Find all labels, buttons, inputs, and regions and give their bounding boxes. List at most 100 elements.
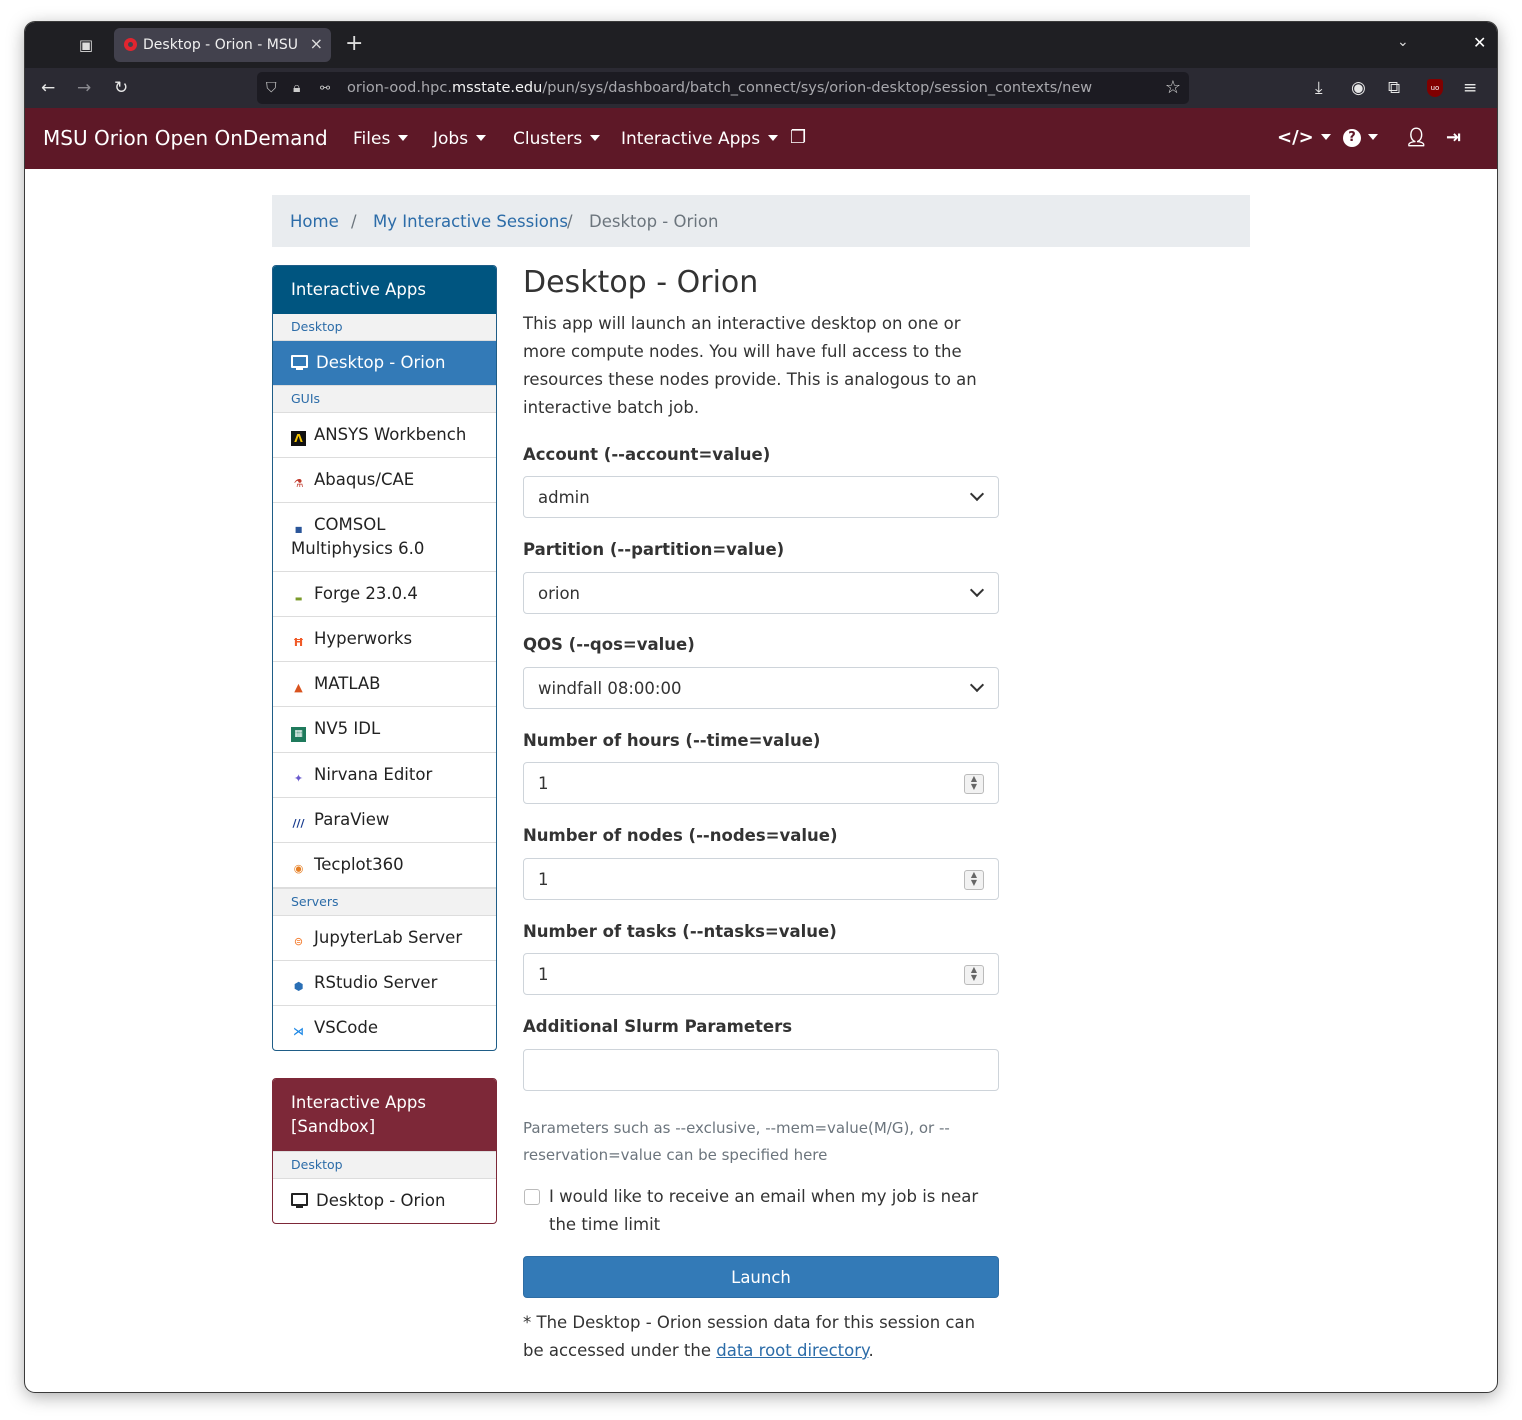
chevron-down-icon: [969, 486, 985, 502]
nodes-input[interactable]: 1 ▲ ▼: [523, 858, 999, 900]
window-close-icon[interactable]: ✕: [1473, 33, 1486, 52]
nirvana-icon: ✦: [293, 772, 304, 785]
sidebar-item-rstudio[interactable]: ⬢ RStudio Server: [273, 961, 496, 1006]
vscode-icon: ⋊: [293, 1025, 304, 1038]
user-icon[interactable]: 👤︎: [1405, 127, 1428, 148]
sidebar-item-matlab[interactable]: ▲ MATLAB: [273, 662, 496, 707]
permissions-icon[interactable]: ⚯: [320, 78, 330, 98]
sidebar-item-jupyterlab[interactable]: ⊜ JupyterLab Server: [273, 916, 496, 961]
spinner-icon[interactable]: ▲ ▼: [964, 870, 984, 890]
email-checkbox[interactable]: [524, 1189, 540, 1205]
idl-icon: ▦: [291, 727, 306, 742]
sidebar-item-nirvana[interactable]: ✦ Nirvana Editor: [273, 753, 496, 798]
ublock-icon[interactable]: uo: [1427, 79, 1443, 97]
breadcrumb-sessions[interactable]: My Interactive Sessions: [373, 212, 568, 231]
ansys-icon: Λ: [291, 431, 306, 446]
partition-select[interactable]: orion: [523, 572, 999, 614]
spinner-icon[interactable]: ▲ ▼: [964, 774, 984, 794]
extensions-icon[interactable]: ⧉: [1388, 77, 1400, 99]
sandbox-item-desktop-orion[interactable]: Desktop - Orion: [273, 1179, 496, 1223]
menu-interactive-apps[interactable]: Interactive Apps: [621, 129, 779, 149]
browser-window: ▣ Desktop - Orion - MSU Orion Open OnDem…: [25, 22, 1497, 1392]
sidebar-item-comsol[interactable]: ■ COMSOL Multiphysics 6.0: [273, 503, 496, 572]
develop-code-icon[interactable]: </>: [1277, 127, 1331, 148]
hours-label: Number of hours (--time=value): [523, 731, 821, 750]
chevron-down-icon: [969, 677, 985, 693]
footnote: * The Desktop - Orion session data for t…: [523, 1313, 976, 1360]
paraview-icon: ///: [292, 817, 305, 830]
tecplot-icon: ◉: [293, 862, 304, 875]
reload-icon[interactable]: ↻: [114, 77, 128, 99]
sidebar-item-forge[interactable]: ▬ Forge 23.0.4: [273, 572, 496, 617]
tab-list-chevron-icon[interactable]: ⌄: [1397, 34, 1409, 50]
new-tab-icon[interactable]: +: [345, 32, 363, 56]
app-navbar: MSU Orion Open OnDemand Files Jobs Clust…: [25, 108, 1497, 169]
comsol-icon: ■: [294, 525, 303, 534]
interactive-apps-panel: Interactive Apps Desktop Desktop - Orion…: [272, 265, 497, 1051]
sidebar-item-abaqus[interactable]: ⚗ Abaqus/CAE: [273, 458, 496, 503]
tab-close-icon[interactable]: ×: [310, 34, 323, 53]
browser-toolbar: ← → ↻ ⛉ 🔒︎ ⚯ orion-ood.hpc.msstate.edu/p…: [25, 68, 1497, 108]
page-title: Desktop - Orion: [523, 265, 759, 300]
download-icon[interactable]: ⤓: [1315, 77, 1323, 99]
url-text[interactable]: orion-ood.hpc.msstate.edu/pun/sys/dashbo…: [347, 80, 1092, 96]
breadcrumb-home[interactable]: Home: [290, 212, 339, 231]
breadcrumb-separator: /: [351, 212, 357, 231]
back-icon[interactable]: ←: [41, 77, 55, 99]
shield-icon[interactable]: ⛉: [266, 78, 277, 98]
sandbox-apps-panel: Interactive Apps [Sandbox] Desktop Deskt…: [272, 1078, 497, 1224]
sidebar-item-desktop-orion[interactable]: Desktop - Orion: [273, 341, 496, 385]
spinner-icon[interactable]: ▲ ▼: [964, 965, 984, 985]
data-root-link[interactable]: data root directory: [716, 1341, 868, 1360]
url-bar[interactable]: ⛉ 🔒︎ ⚯ orion-ood.hpc.msstate.edu/pun/sys…: [257, 72, 1189, 104]
menu-jobs[interactable]: Jobs: [433, 129, 487, 149]
email-checkbox-label[interactable]: I would like to receive an email when my…: [549, 1183, 999, 1239]
tasks-label: Number of tasks (--ntasks=value): [523, 922, 837, 941]
brand-link[interactable]: MSU Orion Open OnDemand: [43, 126, 328, 150]
sidebar-item-paraview[interactable]: ///ParaView: [273, 798, 496, 843]
help-icon[interactable]: ?: [1343, 127, 1378, 148]
slurm-help-text: Parameters such as --exclusive, --mem=va…: [523, 1119, 950, 1164]
tab-overview-icon[interactable]: ▣: [75, 34, 97, 56]
forge-icon: ▬: [294, 594, 303, 603]
account-icon[interactable]: ◉: [1351, 77, 1366, 99]
hours-input[interactable]: 1 ▲ ▼: [523, 762, 999, 804]
account-label: Account (--account=value): [523, 445, 771, 464]
sidebar-item-ansys[interactable]: Λ ANSYS Workbench: [273, 413, 496, 458]
bookmark-star-icon[interactable]: ☆: [1165, 77, 1181, 98]
my-sessions-icon[interactable]: ❐: [790, 127, 806, 148]
slurm-label: Additional Slurm Parameters: [523, 1017, 793, 1036]
lock-icon[interactable]: 🔒︎: [293, 78, 300, 98]
sidebar-item-vscode[interactable]: ⋊ VSCode: [273, 1006, 496, 1050]
sidebar-item-idl[interactable]: ▦ NV5 IDL: [273, 707, 496, 753]
sidebar-item-tecplot[interactable]: ◉ Tecplot360: [273, 843, 496, 888]
panel-title: Interactive Apps: [273, 266, 496, 314]
logout-icon[interactable]: ⇥: [1446, 127, 1461, 148]
jupyter-icon: ⊜: [293, 935, 304, 948]
hamburger-menu-icon[interactable]: ≡: [1463, 77, 1477, 99]
tab-title: Desktop - Orion - MSU Orion Open OnDeman…: [143, 37, 298, 53]
account-select[interactable]: admin: [523, 476, 999, 518]
sidebar-item-hyperworks[interactable]: Ħ Hyperworks: [273, 617, 496, 662]
slurm-params-input[interactable]: [523, 1049, 999, 1091]
qos-select[interactable]: windfall 08:00:00: [523, 667, 999, 709]
forward-icon[interactable]: →: [77, 77, 91, 99]
rstudio-icon: ⬢: [293, 980, 304, 993]
launch-button[interactable]: Launch: [523, 1256, 999, 1298]
app-description: This app will launch an interactive desk…: [523, 314, 977, 417]
browser-tab[interactable]: Desktop - Orion - MSU Orion Open OnDeman…: [114, 28, 331, 62]
menu-files[interactable]: Files: [353, 129, 409, 149]
tab-strip: ▣ Desktop - Orion - MSU Orion Open OnDem…: [25, 22, 1497, 68]
monitor-icon: [291, 355, 308, 370]
chevron-down-icon: [969, 582, 985, 598]
breadcrumb-current: Desktop - Orion: [589, 212, 719, 231]
partition-label: Partition (--partition=value): [523, 540, 785, 559]
tab-favicon-icon: [124, 38, 137, 51]
tasks-input[interactable]: 1 ▲ ▼: [523, 953, 999, 995]
menu-clusters[interactable]: Clusters: [513, 129, 601, 149]
breadcrumb-separator: /: [567, 212, 573, 231]
abaqus-icon: ⚗: [293, 477, 304, 490]
hyperworks-icon: Ħ: [293, 636, 304, 649]
sandbox-panel-title: Interactive Apps [Sandbox]: [273, 1079, 496, 1151]
nodes-label: Number of nodes (--nodes=value): [523, 826, 838, 845]
